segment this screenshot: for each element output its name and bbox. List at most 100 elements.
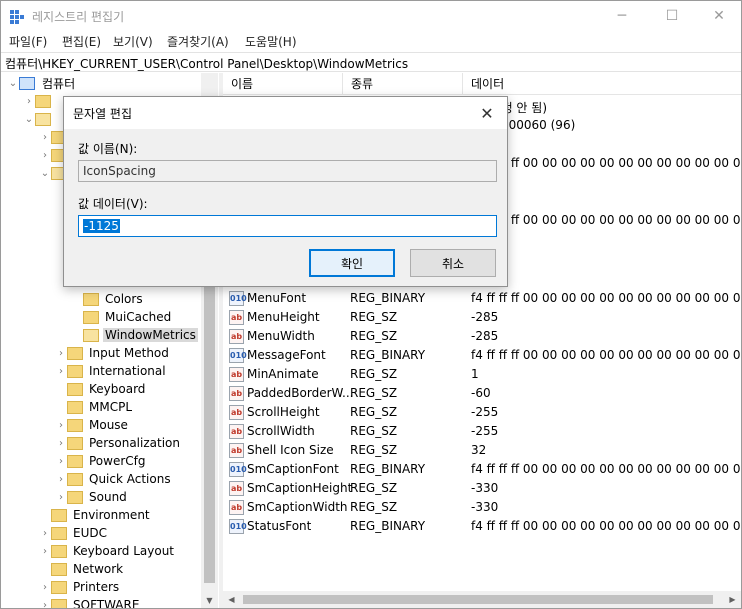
binary-value-icon: 010 bbox=[229, 348, 247, 363]
scroll-down-icon[interactable]: ▼ bbox=[201, 592, 218, 608]
value-data-input[interactable]: -1125 bbox=[78, 215, 497, 237]
tree-item-network[interactable]: Network bbox=[39, 560, 125, 578]
tree-row-partial[interactable]: ⌄ bbox=[23, 110, 55, 128]
tree-root[interactable]: ⌄ 컴퓨터 bbox=[7, 74, 77, 92]
folder-icon bbox=[67, 454, 83, 468]
tree-item-software[interactable]: › SOFTWARE bbox=[39, 596, 141, 609]
menu-help[interactable]: 도움말(H) bbox=[245, 33, 297, 50]
tree-item-colors[interactable]: Colors bbox=[71, 290, 145, 308]
string-value-icon: ab bbox=[229, 481, 244, 496]
table-row[interactable]: ab MinAnimate REG_SZ 1 bbox=[223, 365, 741, 384]
tree-item-windowmetrics[interactable]: WindowMetrics bbox=[71, 326, 198, 344]
list-horizontal-scrollbar[interactable]: ◀ ▶ bbox=[223, 591, 741, 608]
minimize-button[interactable]: ─ bbox=[598, 1, 646, 31]
chevron-right-icon[interactable]: › bbox=[39, 578, 51, 596]
tree-item-personalization[interactable]: › Personalization bbox=[55, 434, 182, 452]
chevron-right-icon[interactable]: › bbox=[55, 344, 67, 362]
chevron-right-icon[interactable]: › bbox=[55, 416, 67, 434]
cell-name: PaddedBorderW... bbox=[247, 386, 354, 400]
menu-favorites[interactable]: 즐겨찾기(A) bbox=[167, 33, 229, 50]
table-row[interactable]: ab ScrollHeight REG_SZ -255 bbox=[223, 403, 741, 422]
table-row[interactable]: ab PaddedBorderW... REG_SZ -60 bbox=[223, 384, 741, 403]
chevron-right-icon[interactable]: › bbox=[39, 146, 51, 164]
tree-item-mmcpl[interactable]: MMCPL bbox=[55, 398, 134, 416]
tree-item-powercfg[interactable]: › PowerCfg bbox=[55, 452, 148, 470]
tree-item-sound[interactable]: › Sound bbox=[55, 488, 129, 506]
tree-root-label: 컴퓨터 bbox=[42, 76, 76, 91]
tree-item-keyboard[interactable]: Keyboard bbox=[55, 380, 147, 398]
column-header-data[interactable]: 데이터 bbox=[463, 73, 741, 95]
menu-edit[interactable]: 편집(E) bbox=[62, 33, 101, 50]
chevron-right-icon[interactable]: › bbox=[39, 524, 51, 542]
chevron-right-icon[interactable]: › bbox=[55, 488, 67, 506]
table-row[interactable]: ab ScrollWidth REG_SZ -255 bbox=[223, 422, 741, 441]
registry-editor-window: 레지스트리 편집기 ─ ☐ ✕ 파일(F) 편집(E) 보기(V) 즐겨찾기(A… bbox=[0, 0, 742, 609]
cell-name: MinAnimate bbox=[247, 367, 319, 381]
ok-button[interactable]: 확인 bbox=[309, 249, 395, 277]
scrollbar-thumb[interactable] bbox=[204, 283, 215, 583]
list-header: 이름 종류 데이터 bbox=[223, 73, 741, 95]
column-header-name[interactable]: 이름 bbox=[223, 73, 343, 95]
close-button[interactable]: ✕ bbox=[695, 1, 741, 31]
string-value-icon: ab bbox=[229, 310, 244, 325]
table-row[interactable]: ab SmCaptionHeight REG_SZ -330 bbox=[223, 479, 741, 498]
scroll-right-icon[interactable]: ▶ bbox=[724, 591, 741, 608]
table-row[interactable]: 010 SmCaptionFont REG_BINARY f4 ff ff ff 00… bbox=[223, 460, 741, 479]
tree-item-quick-actions[interactable]: › Quick Actions bbox=[55, 470, 173, 488]
dialog-close-button[interactable]: ✕ bbox=[475, 102, 499, 124]
cell-type: REG_SZ bbox=[350, 310, 398, 324]
tree-item-mouse[interactable]: › Mouse bbox=[55, 416, 130, 434]
tree-item-muicached[interactable]: MuiCached bbox=[71, 308, 173, 326]
tree-item-input-method[interactable]: › Input Method bbox=[55, 344, 171, 362]
chevron-right-icon[interactable]: › bbox=[23, 92, 35, 110]
tree-item-label: EUDC bbox=[73, 526, 107, 540]
cancel-button[interactable]: 취소 bbox=[410, 249, 496, 277]
menu-view[interactable]: 보기(V) bbox=[113, 33, 153, 50]
tree-item-environment[interactable]: Environment bbox=[39, 506, 152, 524]
table-row[interactable]: 010 StatusFont REG_BINARY f4 ff ff ff 00 00… bbox=[223, 517, 741, 536]
close-icon: ✕ bbox=[480, 103, 494, 123]
tree-item-label: Keyboard bbox=[89, 382, 146, 396]
value-name-label: 값 이름(N): bbox=[78, 142, 138, 156]
column-header-type[interactable]: 종류 bbox=[343, 73, 463, 95]
chevron-right-icon[interactable]: › bbox=[55, 470, 67, 488]
chevron-right-icon[interactable]: › bbox=[55, 452, 67, 470]
tree-item-eudc[interactable]: › EUDC bbox=[39, 524, 109, 542]
tree-item-international[interactable]: › International bbox=[55, 362, 168, 380]
chevron-right-icon[interactable]: › bbox=[55, 362, 67, 380]
cell-data: -330 bbox=[471, 500, 499, 514]
chevron-right-icon[interactable]: › bbox=[39, 128, 51, 146]
tree-item-printers[interactable]: › Printers bbox=[39, 578, 121, 596]
chevron-right-icon[interactable]: › bbox=[55, 434, 67, 452]
table-row[interactable]: ab SmCaptionWidth REG_SZ -330 bbox=[223, 498, 741, 517]
chevron-right-icon[interactable]: › bbox=[39, 542, 51, 560]
cell-type: REG_SZ bbox=[350, 367, 398, 381]
tree-item-label: WindowMetrics bbox=[103, 328, 198, 342]
tree-item-label: International bbox=[89, 364, 166, 378]
folder-icon bbox=[67, 400, 83, 414]
registry-editor-icon bbox=[10, 10, 24, 24]
folder-icon bbox=[51, 598, 67, 608]
chevron-down-icon[interactable]: ⌄ bbox=[23, 110, 35, 128]
chevron-down-icon[interactable]: ⌄ bbox=[7, 74, 19, 92]
tree-item-keyboard-layout[interactable]: › Keyboard Layout bbox=[39, 542, 176, 560]
folder-icon bbox=[35, 112, 51, 126]
cell-type: REG_SZ bbox=[350, 424, 398, 438]
table-row[interactable]: ab MenuWidth REG_SZ -285 bbox=[223, 327, 741, 346]
maximize-button[interactable]: ☐ bbox=[648, 1, 696, 31]
address-bar[interactable]: 컴퓨터\HKEY_CURRENT_USER\Control Panel\Desk… bbox=[1, 52, 741, 72]
table-row[interactable]: ab Shell Icon Size REG_SZ 32 bbox=[223, 441, 741, 460]
table-row[interactable]: 010 MessageFont REG_BINARY f4 ff ff ff 00 0… bbox=[223, 346, 741, 365]
address-path[interactable]: 컴퓨터\HKEY_CURRENT_USER\Control Panel\Desk… bbox=[5, 55, 408, 72]
chevron-right-icon[interactable]: › bbox=[39, 596, 51, 609]
table-row[interactable]: ab MenuHeight REG_SZ -285 bbox=[223, 308, 741, 327]
table-row[interactable]: 010 MenuFont REG_BINARY f4 ff ff ff 00 00 0… bbox=[223, 289, 741, 308]
string-value-icon: ab bbox=[229, 367, 244, 382]
chevron-down-icon[interactable]: ⌄ bbox=[39, 164, 51, 182]
scroll-left-icon[interactable]: ◀ bbox=[223, 591, 240, 608]
scrollbar-thumb[interactable] bbox=[243, 595, 713, 604]
minimize-icon: ─ bbox=[617, 8, 627, 24]
dialog-title-bar: 문자열 편집 ✕ bbox=[64, 97, 507, 129]
tree-row-partial[interactable]: › bbox=[23, 92, 55, 110]
menu-file[interactable]: 파일(F) bbox=[9, 33, 47, 50]
